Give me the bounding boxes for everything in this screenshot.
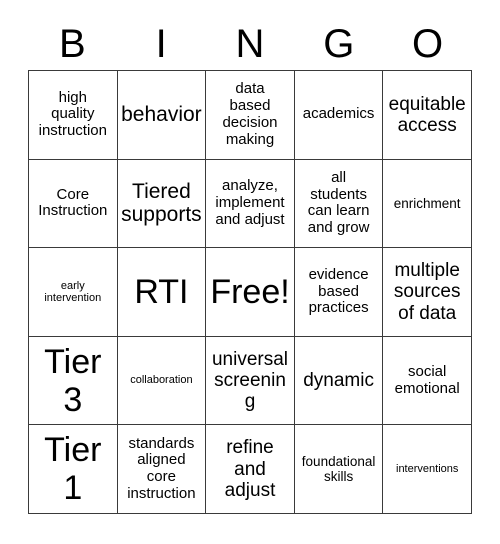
bingo-cell-r4c3[interactable]: universal screening [206,336,295,426]
bingo-cell-label: dynamic [303,369,374,391]
bingo-cell-label: equitable access [388,93,466,136]
bingo-card: B I N G O high quality instruction behavi… [0,0,500,544]
bingo-cell-label: enrichment [393,195,461,211]
bingo-cell-r2c1[interactable]: Core Instruction [29,159,118,249]
bingo-cell-r4c2[interactable]: collaboration [117,336,207,426]
bingo-cell-r1c1[interactable]: high quality instruction [29,71,118,160]
bingo-cell-r3c1[interactable]: early intervention [29,248,118,337]
bingo-cell-label: early intervention [44,279,102,304]
bingo-cell-label: foundational skills [301,454,376,485]
bingo-cell-label: evidence based practices [308,265,369,317]
bingo-cell-label: analyze, implement and adjust [215,177,285,228]
bingo-cell-label: Tier 3 [44,342,102,419]
bingo-cell-label: refine and adjust [224,437,276,501]
bingo-cell-r1c3[interactable]: data based decision making [206,71,295,160]
bingo-cell-r3c3[interactable]: Free! [206,248,295,337]
bingo-cell-r2c3[interactable]: analyze, implement and adjust [206,159,295,249]
bingo-cell-r1c4[interactable]: academics [294,71,384,160]
bingo-cell-label: Core Instruction [38,185,108,220]
bingo-header-letter-o: O [412,22,444,66]
bingo-cell-r5c5[interactable]: interventions [383,425,472,514]
bingo-cell-label: high quality instruction [38,88,107,140]
bingo-cell-label: Free! [210,272,290,311]
bingo-cell-r3c5[interactable]: multiple sources of data [383,248,472,337]
bingo-cell-label: standards aligned core instruction [127,434,196,502]
bingo-cell-r4c1[interactable]: Tier 3 [29,336,118,426]
bingo-cell-label: academics [302,105,375,123]
bingo-cell-label: data based decision making [222,80,278,148]
bingo-cell-label: Tier 1 [44,431,102,508]
bingo-cell-r3c4[interactable]: evidence based practices [294,248,384,337]
bingo-cell-label: behavior [121,103,202,127]
bingo-cell-label: Tiered supports [121,179,202,227]
bingo-cell-label: interventions [396,463,459,476]
bingo-grid: high quality instruction behavior data bas… [28,70,472,514]
bingo-cell-label: RTI [134,272,189,311]
bingo-cell-r2c5[interactable]: enrichment [383,159,472,249]
bingo-cell-r3c2[interactable]: RTI [117,248,207,337]
bingo-cell-label: collaboration [130,374,193,387]
bingo-header-letter-g: G [323,22,355,66]
bingo-header-letter-n: N [235,22,265,66]
bingo-cell-r4c4[interactable]: dynamic [294,336,384,426]
bingo-cell-r2c2[interactable]: Tiered supports [117,159,207,249]
bingo-cell-r5c4[interactable]: foundational skills [294,425,384,514]
bingo-cell-r4c5[interactable]: social emotional [383,336,472,426]
bingo-cell-r5c2[interactable]: standards aligned core instruction [117,425,207,514]
bingo-header-letter-b: B [59,22,86,66]
bingo-cell-label: universal screening [211,348,289,413]
bingo-cell-r5c3[interactable]: refine and adjust [206,425,295,514]
bingo-header-letter-i: I [155,22,167,66]
bingo-header-row: B I N G O [28,18,472,70]
bingo-cell-r5c1[interactable]: Tier 1 [29,425,118,514]
bingo-cell-r2c4[interactable]: all students can learn and grow [294,159,384,249]
bingo-cell-label: all students can learn and grow [307,168,370,237]
bingo-cell-r1c2[interactable]: behavior [117,71,207,160]
bingo-cell-label: multiple sources of data [393,260,461,324]
bingo-cell-label: social emotional [394,362,460,397]
bingo-cell-r1c5[interactable]: equitable access [383,71,472,160]
